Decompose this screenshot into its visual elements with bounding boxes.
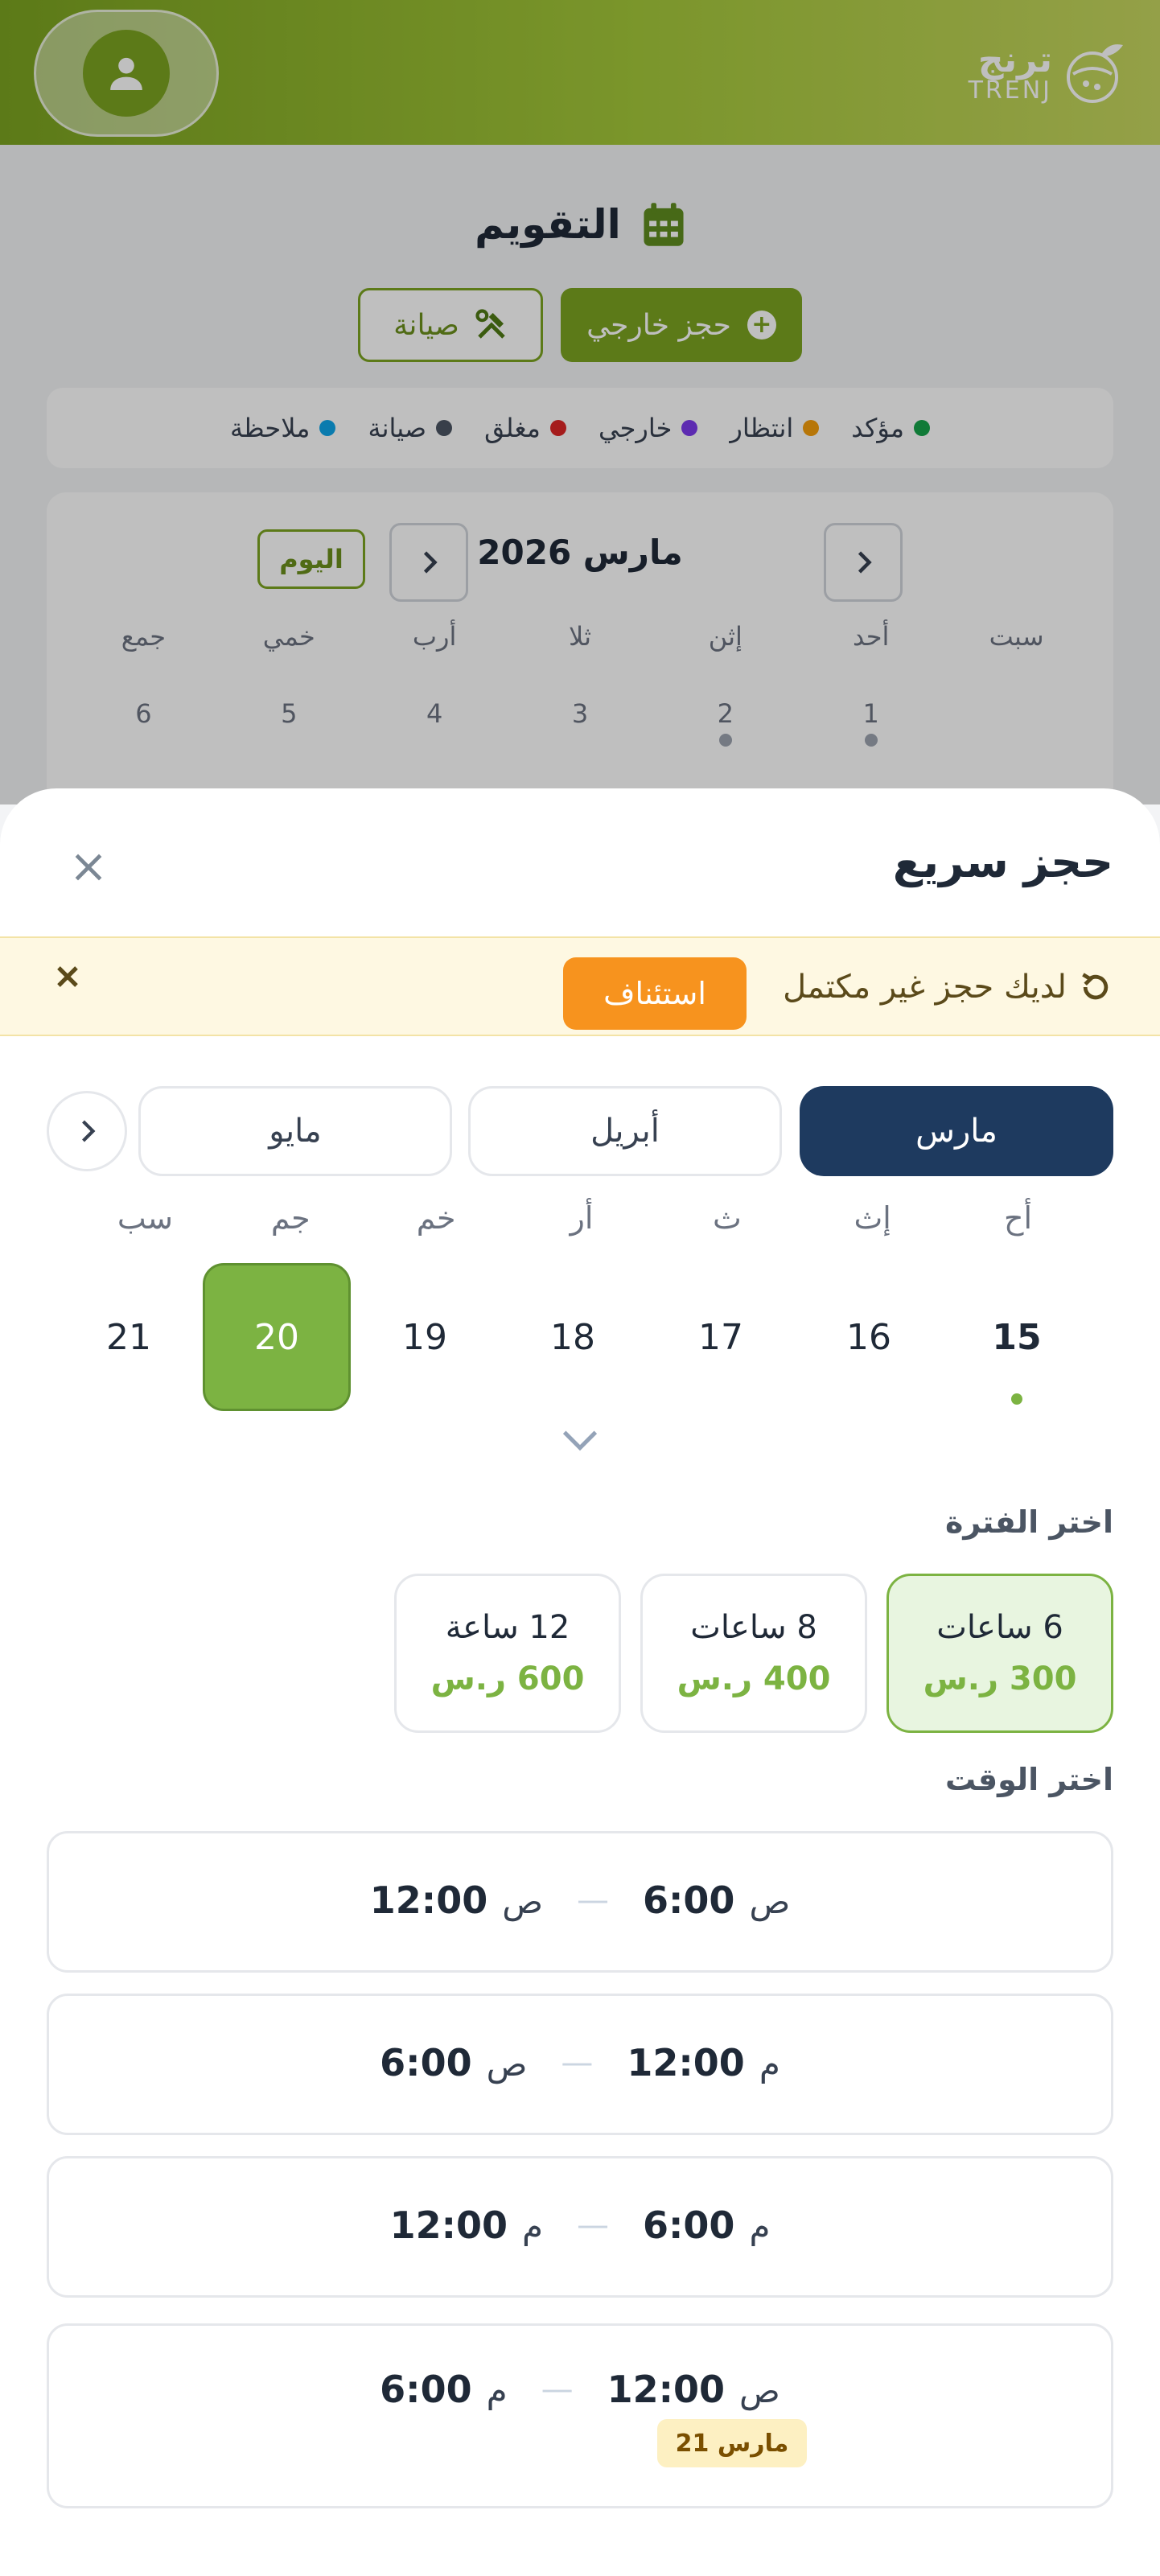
duration-option[interactable]: 8 ساعات 400 ر.س bbox=[640, 1574, 867, 1733]
end-time: 6:00 bbox=[380, 2368, 472, 2411]
month-tab-may[interactable]: مايو bbox=[138, 1086, 452, 1176]
duration-option[interactable]: 6 ساعات 300 ر.س bbox=[886, 1574, 1113, 1733]
slot-time-range: ص 12:00 — م 6:00 bbox=[49, 2368, 1111, 2411]
month-tab-label: مايو bbox=[269, 1113, 322, 1150]
month-tab-april[interactable]: أبريل bbox=[468, 1086, 782, 1176]
end-period: ص bbox=[486, 2044, 528, 2084]
chevron-down-icon bbox=[562, 1430, 598, 1451]
end-period: م bbox=[486, 2371, 508, 2410]
duration-label: 12 ساعة bbox=[445, 1609, 570, 1646]
slot-end: م 12:00 bbox=[390, 2204, 543, 2247]
slot-start: م 12:00 bbox=[627, 2041, 780, 2084]
incomplete-booking-text: لديك حجز غير مكتمل bbox=[783, 969, 1067, 1006]
expand-calendar-button[interactable] bbox=[557, 1424, 603, 1456]
incomplete-booking-message: لديك حجز غير مكتمل bbox=[783, 969, 1113, 1006]
day-number: 15 bbox=[992, 1316, 1042, 1358]
slot-start: ص 12:00 bbox=[607, 2368, 780, 2411]
close-sheet-button[interactable] bbox=[64, 843, 113, 891]
weekday-label: ث bbox=[712, 1200, 742, 1236]
weekday-label: سب bbox=[117, 1200, 173, 1236]
time-slot[interactable]: م 12:00 — ص 6:00 bbox=[47, 1994, 1113, 2135]
range-dash: — bbox=[577, 2207, 610, 2244]
day-cell[interactable]: 17 bbox=[647, 1263, 795, 1411]
period-section-label: اختر الفترة bbox=[944, 1504, 1113, 1540]
slot-start: ص 6:00 bbox=[643, 1879, 790, 1922]
start-time: 12:00 bbox=[607, 2368, 726, 2411]
duration-options: 6 ساعات 300 ر.س 8 ساعات 400 ر.س 12 ساعة 600 ر… bbox=[394, 1574, 1113, 1733]
weekday-label: إث bbox=[854, 1200, 891, 1236]
duration-option[interactable]: 12 ساعة 600 ر.س bbox=[394, 1574, 621, 1733]
month-selector: مارس أبريل مايو bbox=[47, 1086, 1113, 1176]
range-dash: — bbox=[577, 1882, 610, 1919]
next-day-badge: 21 مارس bbox=[657, 2419, 807, 2467]
chevron-right-icon bbox=[82, 1120, 96, 1142]
day-cell[interactable]: 15 bbox=[943, 1263, 1091, 1411]
duration-label: 8 ساعات bbox=[690, 1609, 817, 1646]
close-icon bbox=[75, 854, 102, 881]
slot-time-range: م 6:00 — م 12:00 bbox=[49, 2204, 1111, 2247]
day-cell[interactable]: 19 bbox=[351, 1263, 499, 1411]
end-period: ص bbox=[502, 1882, 544, 1921]
quick-booking-sheet: حجز سريع لديك حجز غير مكتمل استئناف مارس… bbox=[0, 788, 1160, 2576]
end-time: 12:00 bbox=[369, 1879, 488, 1922]
week-header: أح إث ث أر خم جم سب bbox=[72, 1200, 1091, 1236]
start-period: ص bbox=[739, 2371, 780, 2410]
time-slot[interactable]: ص 6:00 — ص 12:00 bbox=[47, 1831, 1113, 1973]
start-period: م bbox=[759, 2044, 780, 2084]
weekday-label: خم bbox=[416, 1200, 456, 1236]
close-icon bbox=[57, 966, 78, 987]
start-time: 6:00 bbox=[643, 1879, 735, 1922]
slot-end: ص 6:00 bbox=[380, 2041, 527, 2084]
start-time: 6:00 bbox=[643, 2204, 735, 2247]
availability-dot bbox=[1011, 1393, 1022, 1405]
duration-label: 6 ساعات bbox=[936, 1609, 1063, 1646]
end-time: 12:00 bbox=[389, 2204, 508, 2247]
day-cell[interactable]: 18 bbox=[499, 1263, 647, 1411]
start-time: 12:00 bbox=[627, 2041, 745, 2084]
month-tab-label: أبريل bbox=[590, 1113, 660, 1150]
dismiss-banner-button[interactable] bbox=[50, 959, 85, 994]
range-dash: — bbox=[541, 2371, 574, 2408]
day-number: 18 bbox=[550, 1316, 595, 1358]
sheet-title: حجز سريع bbox=[892, 837, 1113, 887]
resume-button[interactable]: استئناف bbox=[563, 957, 747, 1030]
range-dash: — bbox=[561, 2044, 594, 2081]
time-slot[interactable]: م 6:00 — م 12:00 bbox=[47, 2156, 1113, 2298]
duration-price: 300 ر.س bbox=[923, 1660, 1077, 1697]
day-cell[interactable]: 20 bbox=[203, 1263, 351, 1411]
duration-price: 600 ر.س bbox=[430, 1660, 585, 1697]
weekday-label: جم bbox=[270, 1200, 311, 1236]
duration-price: 400 ر.س bbox=[677, 1660, 831, 1697]
slot-start: م 6:00 bbox=[643, 2204, 770, 2247]
slot-time-range: ص 6:00 — ص 12:00 bbox=[49, 1879, 1111, 1922]
end-time: 6:00 bbox=[380, 2041, 472, 2084]
start-period: م bbox=[749, 2207, 771, 2246]
slot-end: ص 12:00 bbox=[370, 1879, 543, 1922]
day-number: 19 bbox=[402, 1316, 447, 1358]
month-tab-label: مارس bbox=[915, 1113, 998, 1150]
week-days-row: 15 16 17 18 19 20 21 bbox=[72, 1263, 1091, 1411]
more-months-button[interactable] bbox=[47, 1091, 127, 1171]
month-tab-march[interactable]: مارس bbox=[800, 1086, 1113, 1176]
time-slot[interactable]: ص 12:00 — م 6:00 21 مارس bbox=[47, 2323, 1113, 2508]
day-number: 21 bbox=[106, 1316, 151, 1358]
refresh-icon bbox=[1082, 973, 1109, 1000]
day-cell[interactable]: 21 bbox=[55, 1263, 203, 1411]
slot-end: م 6:00 bbox=[380, 2368, 507, 2411]
time-section-label: اختر الوقت bbox=[944, 1762, 1113, 1797]
day-number: 20 bbox=[203, 1263, 351, 1411]
weekday-label: أح bbox=[1004, 1200, 1033, 1236]
slot-time-range: م 12:00 — ص 6:00 bbox=[49, 2041, 1111, 2084]
end-period: م bbox=[522, 2207, 544, 2246]
day-number: 17 bbox=[698, 1316, 743, 1358]
day-cell[interactable]: 16 bbox=[795, 1263, 943, 1411]
day-number: 16 bbox=[846, 1316, 891, 1358]
modal-backdrop[interactable] bbox=[0, 0, 1160, 804]
weekday-label: أر bbox=[570, 1200, 594, 1236]
start-period: ص bbox=[749, 1882, 791, 1921]
